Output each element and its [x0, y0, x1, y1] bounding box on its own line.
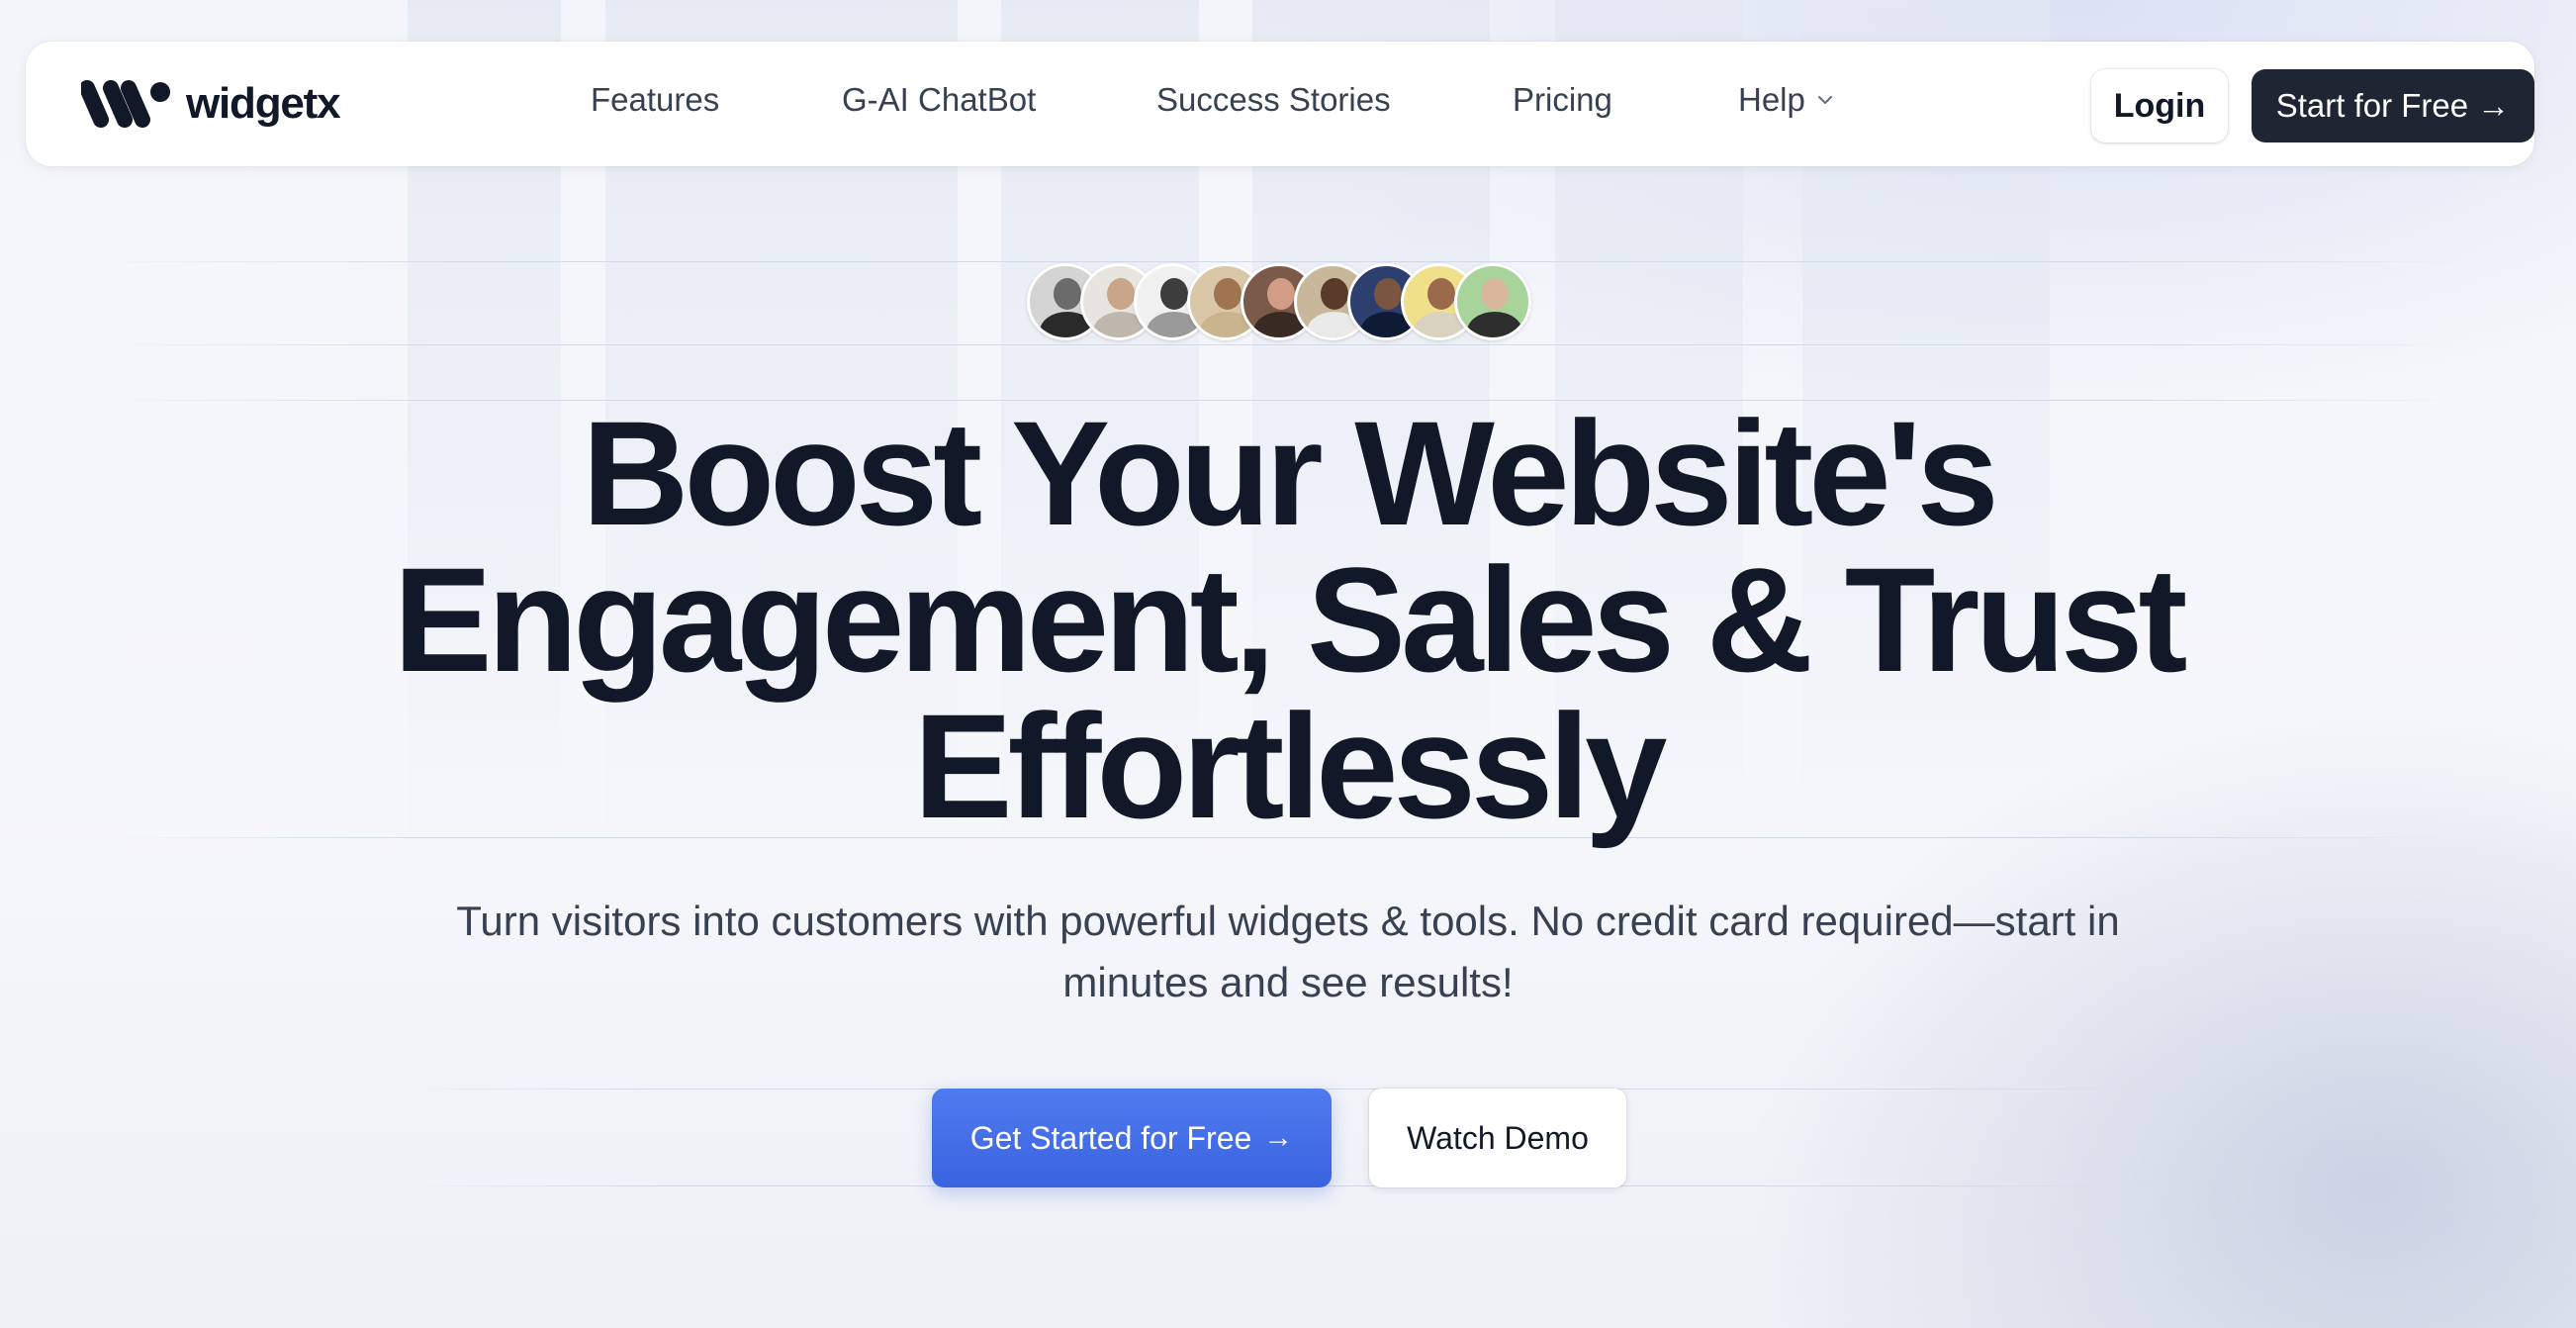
hero-headline-line1: Boost Your Website's: [582, 390, 1999, 556]
get-started-button[interactable]: Get Started for Free →: [932, 1089, 1332, 1187]
arrow-right-icon: →: [1263, 1121, 1294, 1154]
top-navbar: widgetx Features G-AI ChatBot Success St…: [26, 42, 2534, 166]
start-for-free-button[interactable]: Start for Free →: [2252, 69, 2534, 142]
nav-link-help[interactable]: Help: [1738, 81, 1835, 119]
nav-link-help-label: Help: [1738, 81, 1805, 118]
nav-link-features[interactable]: Features: [591, 81, 719, 119]
hero-headline-line2: Engagement, Sales & Trust: [393, 536, 2188, 703]
avatar: [1454, 263, 1531, 340]
watch-demo-button[interactable]: Watch Demo: [1369, 1089, 1626, 1187]
hero-headline-line3: Effortlessly: [913, 683, 1668, 849]
nav-link-gai-chatbot[interactable]: G-AI ChatBot: [842, 81, 1036, 119]
chevron-down-icon: [1817, 96, 1832, 105]
login-button[interactable]: Login: [2091, 69, 2228, 142]
hero-subtitle: Turn visitors into customers with powerf…: [456, 898, 2120, 1005]
customer-avatars: [1027, 263, 1531, 342]
hero-headline: Boost Your Website's Engagement, Sales &…: [0, 399, 2576, 840]
get-started-label: Get Started for Free: [969, 1119, 1252, 1156]
nav-link-pricing[interactable]: Pricing: [1513, 81, 1612, 119]
nav-link-success-stories[interactable]: Success Stories: [1156, 81, 1391, 119]
